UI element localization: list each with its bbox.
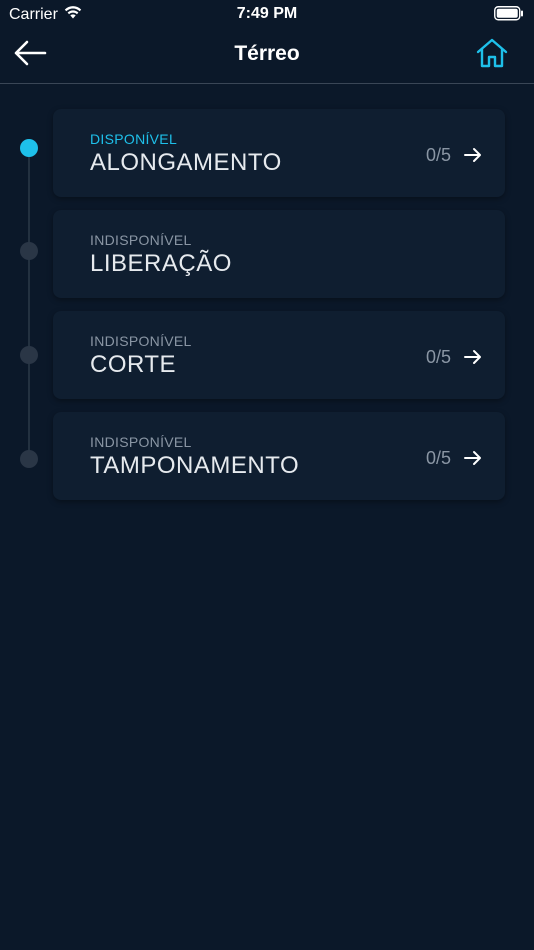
arrow-right-icon bbox=[463, 448, 483, 468]
status-time: 7:49 PM bbox=[236, 5, 298, 22]
page-title: Térreo bbox=[234, 42, 300, 65]
step-status: INDISPONÍVEL bbox=[90, 333, 192, 349]
step-status: INDISPONÍVEL bbox=[90, 232, 192, 248]
step-card-tamponamento[interactable]: INDISPONÍVEL TAMPONAMENTO 0/5 bbox=[53, 412, 505, 500]
step-progress-count: 0/5 bbox=[425, 347, 451, 367]
step-title: ALONGAMENTO bbox=[90, 149, 282, 176]
timeline-line bbox=[28, 150, 30, 458]
step-card-alongamento[interactable]: DISPONÍVEL ALONGAMENTO 0/5 bbox=[53, 109, 505, 197]
step-status: DISPONÍVEL bbox=[90, 131, 178, 147]
step-title: CORTE bbox=[90, 351, 177, 378]
status-bar: Carrier 7:49 PM bbox=[0, 0, 534, 28]
step-card-corte[interactable]: INDISPONÍVEL CORTE 0/5 bbox=[53, 311, 505, 399]
arrow-right-icon bbox=[463, 145, 483, 165]
arrow-right-icon bbox=[463, 347, 483, 367]
step-progress-count: 0/5 bbox=[425, 145, 451, 165]
home-button[interactable] bbox=[472, 38, 512, 72]
step-progress-count: 0/5 bbox=[425, 448, 451, 468]
step-title: LIBERAÇÃO bbox=[90, 250, 232, 277]
step-title: TAMPONAMENTO bbox=[90, 452, 300, 479]
home-icon bbox=[475, 38, 509, 73]
timeline-dot-tamponamento bbox=[20, 450, 38, 468]
battery-icon bbox=[494, 6, 524, 26]
timeline-dot-alongamento bbox=[20, 139, 38, 157]
timeline-dot-liberacao bbox=[20, 242, 38, 260]
timeline-dot-corte bbox=[20, 346, 38, 364]
step-status: INDISPONÍVEL bbox=[90, 434, 192, 450]
step-card-liberacao[interactable]: INDISPONÍVEL LIBERAÇÃO bbox=[53, 210, 505, 298]
navigation-bar: Térreo bbox=[0, 28, 534, 84]
